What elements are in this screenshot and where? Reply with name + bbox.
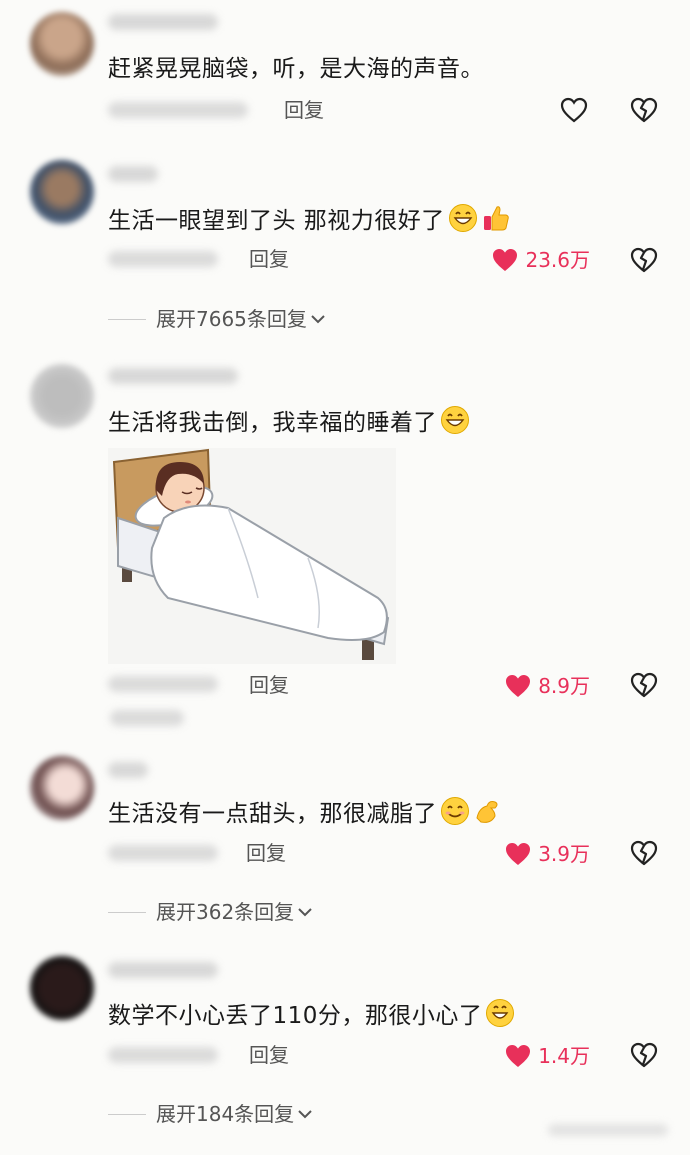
comment-time xyxy=(108,1047,218,1063)
smile-face-icon xyxy=(441,797,469,825)
reply-button[interactable]: 回复 xyxy=(284,98,324,122)
expand-replies-button[interactable]: 展开362条回复 xyxy=(108,900,312,924)
like-count-value: 8.9万 xyxy=(538,674,590,698)
like-count-value: 23.6万 xyxy=(525,248,590,272)
watermark xyxy=(548,1124,668,1136)
divider xyxy=(108,318,146,320)
dislike-broken-heart-icon[interactable] xyxy=(630,97,658,123)
comment-time xyxy=(108,676,218,692)
thumbs-up-icon xyxy=(483,206,509,231)
like-count[interactable]: 3.9万 xyxy=(504,841,590,867)
dislike-broken-heart-icon[interactable] xyxy=(630,247,658,273)
expand-replies-label: 展开7665条回复 xyxy=(156,307,307,331)
comment-text-content: 数学不小心丢了110分，那很小心了 xyxy=(108,1003,483,1029)
comment-text-content: 生活将我击倒，我幸福的睡着了 xyxy=(108,410,437,436)
like-heart-icon[interactable] xyxy=(560,97,588,123)
chevron-down-icon xyxy=(298,908,312,917)
comment-time xyxy=(108,845,218,861)
dislike-broken-heart-icon[interactable] xyxy=(630,1042,658,1068)
reply-button[interactable]: 回复 xyxy=(246,841,286,865)
like-count[interactable]: 23.6万 xyxy=(491,247,590,273)
chevron-down-icon xyxy=(311,315,325,324)
grin-face-icon xyxy=(441,406,469,434)
comment-text-content: 生活一眼望到了头 那视力很好了 xyxy=(108,208,445,234)
divider xyxy=(108,911,146,913)
avatar[interactable] xyxy=(30,956,94,1020)
like-count-value: 1.4万 xyxy=(538,1044,590,1068)
divider xyxy=(108,1113,146,1115)
liked-heart-icon xyxy=(506,675,531,697)
sleeping-in-bed-illustration[interactable] xyxy=(108,448,396,664)
avatar[interactable] xyxy=(30,756,94,820)
username[interactable] xyxy=(108,14,218,30)
username[interactable] xyxy=(108,166,158,182)
username[interactable] xyxy=(108,368,238,384)
username[interactable] xyxy=(108,762,148,778)
comment-text: 生活一眼望到了头 那视力很好了 xyxy=(108,203,511,236)
flex-arm-icon xyxy=(476,801,498,823)
comment-text: 数学不小心丢了110分，那很小心了 xyxy=(108,998,515,1031)
like-count[interactable]: 1.4万 xyxy=(504,1043,590,1069)
reply-button[interactable]: 回复 xyxy=(249,1043,289,1067)
expand-replies-button[interactable]: 展开7665条回复 xyxy=(108,307,325,331)
comment-text-content: 生活没有一点甜头，那很减脂了 xyxy=(108,801,437,827)
expand-replies-label: 展开362条回复 xyxy=(156,900,295,924)
comment-text: 生活没有一点甜头，那很减脂了 xyxy=(108,796,503,829)
blurred-tag xyxy=(110,710,184,726)
liked-heart-icon xyxy=(506,843,531,865)
liked-heart-icon xyxy=(493,249,518,271)
comment-text: 赶紧晃晃脑袋，听，是大海的声音。 xyxy=(108,56,484,82)
expand-replies-button[interactable]: 展开184条回复 xyxy=(108,1102,312,1126)
expand-replies-label: 展开184条回复 xyxy=(156,1102,295,1126)
avatar[interactable] xyxy=(30,160,94,224)
dislike-broken-heart-icon[interactable] xyxy=(630,672,658,698)
reply-button[interactable]: 回复 xyxy=(249,247,289,271)
like-count[interactable]: 8.9万 xyxy=(504,673,590,699)
comment-text: 生活将我击倒，我幸福的睡着了 xyxy=(108,405,470,438)
comment-time xyxy=(108,251,218,267)
chevron-down-icon xyxy=(298,1110,312,1119)
comment-time xyxy=(108,102,248,118)
reply-button[interactable]: 回复 xyxy=(249,673,289,697)
liked-heart-icon xyxy=(506,1045,531,1067)
like-count-value: 3.9万 xyxy=(538,842,590,866)
username[interactable] xyxy=(108,962,218,978)
grin-face-icon xyxy=(448,204,477,232)
avatar[interactable] xyxy=(30,12,94,76)
avatar[interactable] xyxy=(30,364,94,428)
grin-face-icon xyxy=(486,999,515,1027)
dislike-broken-heart-icon[interactable] xyxy=(630,840,658,866)
